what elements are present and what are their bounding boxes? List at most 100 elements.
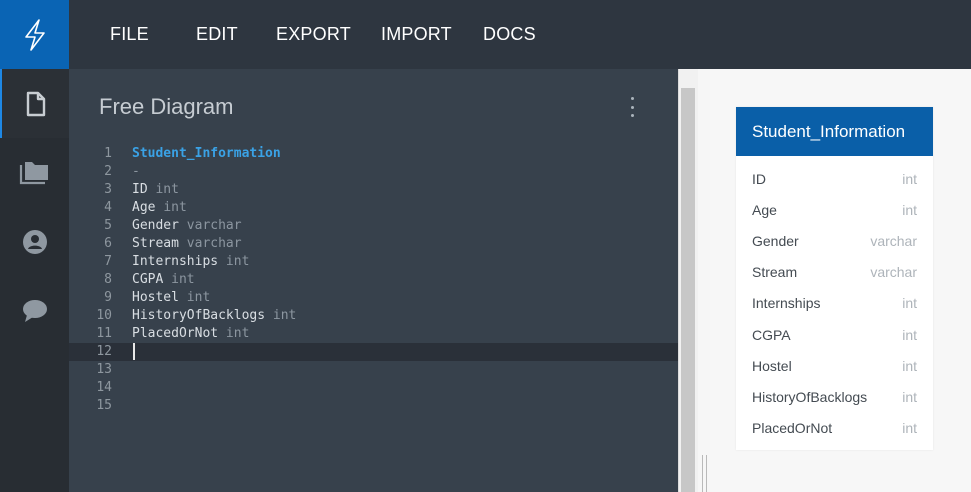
sidebar [0,69,69,492]
panel-splitter[interactable] [698,69,710,492]
token-name: CGPA [132,272,164,287]
diagram-preview: Student_Information ID int Age int Gender var… [710,69,971,492]
line-number: 11 [96,326,112,341]
code-line[interactable]: 2- [69,163,678,181]
code-line[interactable]: 6 Stream varchar [69,235,678,253]
token-type: int [272,308,297,323]
line-text: CGPA int [132,271,195,289]
entity-field-name: Age [752,201,777,218]
sidebar-item-account[interactable] [0,207,69,276]
entity-field-type: int [902,388,917,405]
entity-field-type: int [902,357,917,374]
menu-import[interactable]: IMPORT [381,24,452,45]
line-number: 6 [104,236,112,251]
top-menu-bar: FILE EDIT EXPORT IMPORT DOCS [69,0,971,69]
entity-field-row[interactable]: Internships int [736,288,933,319]
token-type: int [171,272,195,287]
entity-table[interactable]: Student_Information ID int Age int Gender var… [736,107,933,450]
sidebar-item-chat[interactable] [0,276,69,345]
entity-field-row[interactable]: CGPA int [736,319,933,350]
text-cursor [133,343,135,360]
menu-export[interactable]: EXPORT [276,24,351,45]
token-type: varchar [186,236,242,251]
entity-field-type: int [902,326,917,343]
token-type: varchar [186,218,242,233]
entity-field-type: int [902,295,917,312]
token-type: int [186,290,211,305]
line-text: Student_Information [132,145,281,163]
code-line[interactable]: 7 Internships int [69,253,678,271]
line-number: 10 [96,308,112,323]
line-text: Age int [132,199,187,217]
line-text: HistoryOfBacklogs int [132,307,296,325]
line-number: 4 [104,200,112,215]
folder-icon [19,161,48,184]
app-logo[interactable] [0,0,69,69]
token-type: int [225,254,250,269]
line-number: 7 [104,254,112,269]
line-text: - [132,163,140,181]
menu-docs[interactable]: DOCS [483,24,536,45]
code-line[interactable]: 11 PlacedOrNot int [69,325,678,343]
menu-edit[interactable]: EDIT [196,24,238,45]
chat-icon [22,299,47,322]
token-name: ID [132,182,148,197]
code-editor-panel: Free Diagram 1 Student_Information 2-3 ID i… [69,69,678,492]
code-line[interactable]: 9 Hostel int [69,289,678,307]
code-line[interactable]: 3 ID int [69,181,678,199]
line-number: 5 [104,218,112,233]
line-text: Internships int [132,253,249,271]
editor-scrollbar-thumb[interactable] [681,88,695,492]
code-line[interactable]: 12 [69,343,678,361]
token-name: PlacedOrNot [132,326,219,341]
token-name: Student_Information [132,146,281,161]
entity-field-row[interactable]: Stream varchar [736,257,933,288]
document-icon [26,91,45,116]
code-line[interactable]: 13 [69,361,678,379]
entity-field-row[interactable]: Gender varchar [736,225,933,256]
entity-field-type: int [902,201,917,218]
line-number: 13 [96,362,112,377]
line-number: 1 [104,146,112,161]
token-name: Stream [132,236,179,251]
entity-field-row[interactable]: ID int [736,163,933,194]
code-editor[interactable]: 1 Student_Information 2-3 ID int 4 Age int 5 Ge… [69,145,678,415]
more-options-icon[interactable] [625,97,639,117]
code-line[interactable]: 5 Gender varchar [69,217,678,235]
entity-field-type: int [902,420,917,437]
code-line[interactable]: 14 [69,379,678,397]
line-text: Gender varchar [132,217,242,235]
line-number: 12 [96,344,112,359]
menu-file[interactable]: FILE [110,24,149,45]
entity-field-name: Gender [752,232,799,249]
token-type: int [225,326,250,341]
token-name: Internships [132,254,219,269]
code-line[interactable]: 1 Student_Information [69,145,678,163]
code-line[interactable]: 15 [69,397,678,415]
entity-field-name: PlacedOrNot [752,420,833,437]
sidebar-item-folders[interactable] [0,138,69,207]
entity-field-row[interactable]: Age int [736,194,933,225]
sidebar-item-document[interactable] [0,69,69,138]
code-line[interactable]: 8 CGPA int [69,271,678,289]
entity-field-row[interactable]: Hostel int [736,350,933,381]
entity-field-row[interactable]: PlacedOrNot int [736,413,933,444]
entity-field-name: Stream [752,264,798,281]
line-number: 3 [104,182,112,197]
entity-field-type: varchar [870,232,917,249]
token-type: int [163,200,187,215]
code-line[interactable]: 10 HistoryOfBacklogs int [69,307,678,325]
line-text: Hostel int [132,289,210,307]
line-text: PlacedOrNot int [132,325,249,343]
token-name: Gender [132,218,179,233]
token-name: Hostel [132,290,179,305]
entity-table-header[interactable]: Student_Information [736,107,933,156]
entity-field-type: varchar [870,264,917,281]
line-number: 9 [104,290,112,305]
entity-field-name: Internships [752,295,821,312]
entity-field-row[interactable]: HistoryOfBacklogs int [736,381,933,412]
line-text: ID int [132,181,179,199]
splitter-grip-icon[interactable] [702,455,707,492]
code-line[interactable]: 4 Age int [69,199,678,217]
diagram-title[interactable]: Free Diagram [99,94,233,120]
